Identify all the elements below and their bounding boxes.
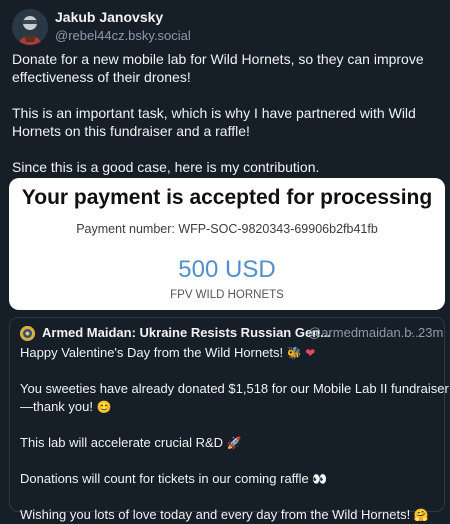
hornet-emoji-icon: 🐝	[286, 346, 302, 360]
quoted-author-name[interactable]: Armed Maidan: Ukraine Resists Russian Ge…	[42, 325, 331, 340]
quoted-text-segment: Happy Valentine's Day from the Wild Horn…	[20, 345, 284, 360]
quoted-text-segment: Donations will count for tickets in our …	[20, 471, 309, 486]
author-handle[interactable]: @rebel44cz.bsky.social	[55, 28, 191, 43]
quoted-text-segment: Wishing you lots of love today and every…	[20, 507, 411, 522]
separator-dot: ·	[410, 325, 415, 340]
post-text-line: Hornets on this fundraiser and a raffle!	[12, 123, 250, 139]
post-text: Donate for a new mobile lab for Wild Hor…	[12, 50, 437, 176]
hug-emoji-icon: 🤗	[413, 508, 429, 522]
quoted-post-text: Happy Valentine's Day from the Wild Horn…	[20, 344, 449, 524]
quoted-text-line: Wishing you lots of love today and every…	[20, 506, 440, 524]
post-text-line: This is an important task, which is why …	[12, 105, 416, 121]
quoted-text-line: Happy Valentine's Day from the Wild Horn…	[20, 344, 440, 362]
payment-amount: 500 USD	[178, 256, 276, 283]
eyes-emoji-icon: 👀	[312, 472, 328, 486]
quoted-text-segment: —thank you!	[20, 399, 93, 414]
quoted-author-avatar[interactable]	[20, 326, 35, 341]
quoted-post-header: Armed Maidan: Ukraine Resists Russian Ge…	[20, 325, 443, 343]
quoted-author-handle[interactable]: @armedmaidan.b...	[308, 325, 422, 340]
post: Jakub Janovsky @rebel44cz.bsky.social Do…	[0, 0, 450, 522]
post-text-line: effectiveness of their drones!	[12, 69, 191, 85]
quoted-text-line: —thank you! 😊	[20, 398, 440, 416]
payment-image[interactable]: Your payment is accepted for processing …	[9, 178, 445, 310]
payment-recipient: FPV WILD HORNETS	[170, 289, 284, 301]
quoted-post[interactable]: Armed Maidan: Ukraine Resists Russian Ge…	[9, 317, 449, 522]
smile-emoji-icon: 😊	[96, 400, 112, 414]
quoted-text-line: Donations will count for tickets in our …	[20, 470, 440, 488]
post-text-line: Donate for a new mobile lab for Wild Hor…	[12, 51, 424, 67]
quoted-text-line: You sweeties have already donated $1,518…	[20, 380, 449, 398]
quoted-text-line: This lab will accelerate crucial R&D 🚀	[20, 434, 440, 452]
post-text-line: Since this is a good case, here is my co…	[12, 159, 320, 175]
quoted-timestamp[interactable]: 23m	[418, 325, 443, 340]
author-avatar[interactable]	[12, 9, 48, 45]
payment-title: Your payment is accepted for processing	[21, 186, 433, 209]
payment-number: Payment number: WFP-SOC-9820343-69906b2f…	[76, 222, 378, 236]
quoted-text-segment: You sweeties have already donated $1,518…	[20, 381, 449, 396]
author-name[interactable]: Jakub Janovsky	[55, 9, 163, 25]
rocket-emoji-icon: 🚀	[226, 436, 242, 450]
heart-emoji-icon: ❤	[305, 346, 316, 360]
quoted-text-segment: This lab will accelerate crucial R&D	[20, 435, 224, 450]
